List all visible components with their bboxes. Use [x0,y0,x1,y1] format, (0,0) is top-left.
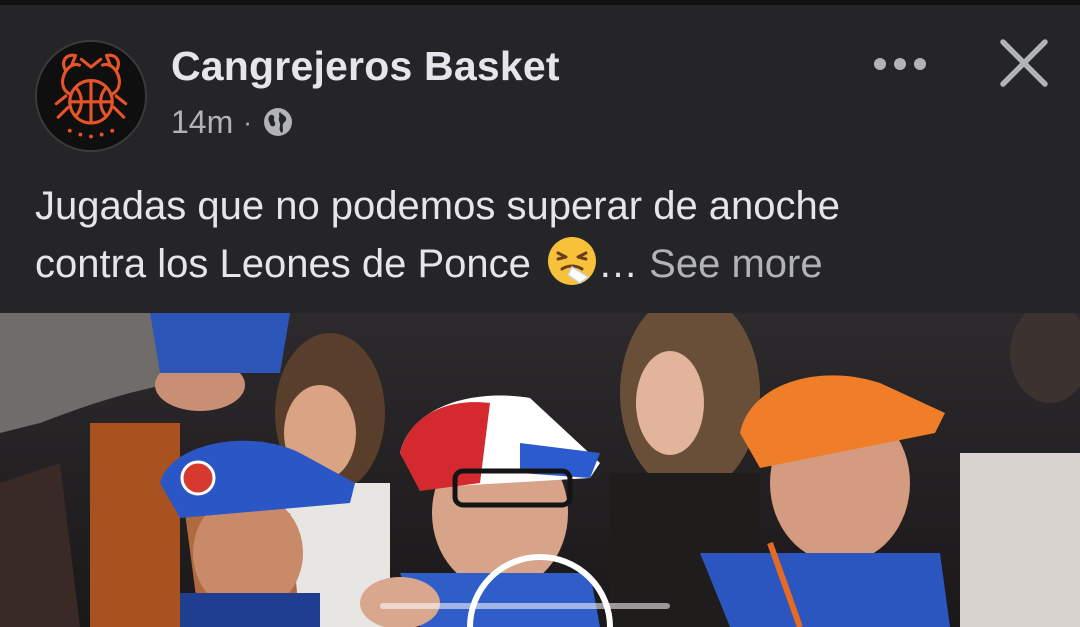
sneezing-face-emoji-icon [546,235,598,287]
timestamp[interactable]: 14m [171,104,233,141]
caption-ellipsis: … [598,242,639,286]
caption-line-2: contra los Leones de Ponce [35,242,531,286]
more-options-button[interactable] [866,39,934,89]
post-caption: Jugadas que no podemos superar de anoche… [35,178,1045,293]
post-card: Cangrejeros Basket 14m · Jugadas que no [0,0,1080,627]
see-more-link[interactable]: See more [649,242,822,286]
crab-basketball-logo [37,42,145,150]
close-icon [1000,39,1048,87]
more-options-icon [874,58,926,70]
page-avatar[interactable] [35,40,147,152]
meta-separator: · [243,106,252,137]
post-photo[interactable] [0,313,1080,627]
post-meta: 14m · [171,102,294,142]
caption-line-1: Jugadas que no podemos superar de anoche [35,184,841,228]
post-header: Cangrejeros Basket 14m · [0,5,1080,165]
close-button[interactable] [996,35,1052,91]
globe-icon [263,108,292,136]
crowd-photo [0,313,1080,627]
page-name[interactable]: Cangrejeros Basket [171,43,560,90]
